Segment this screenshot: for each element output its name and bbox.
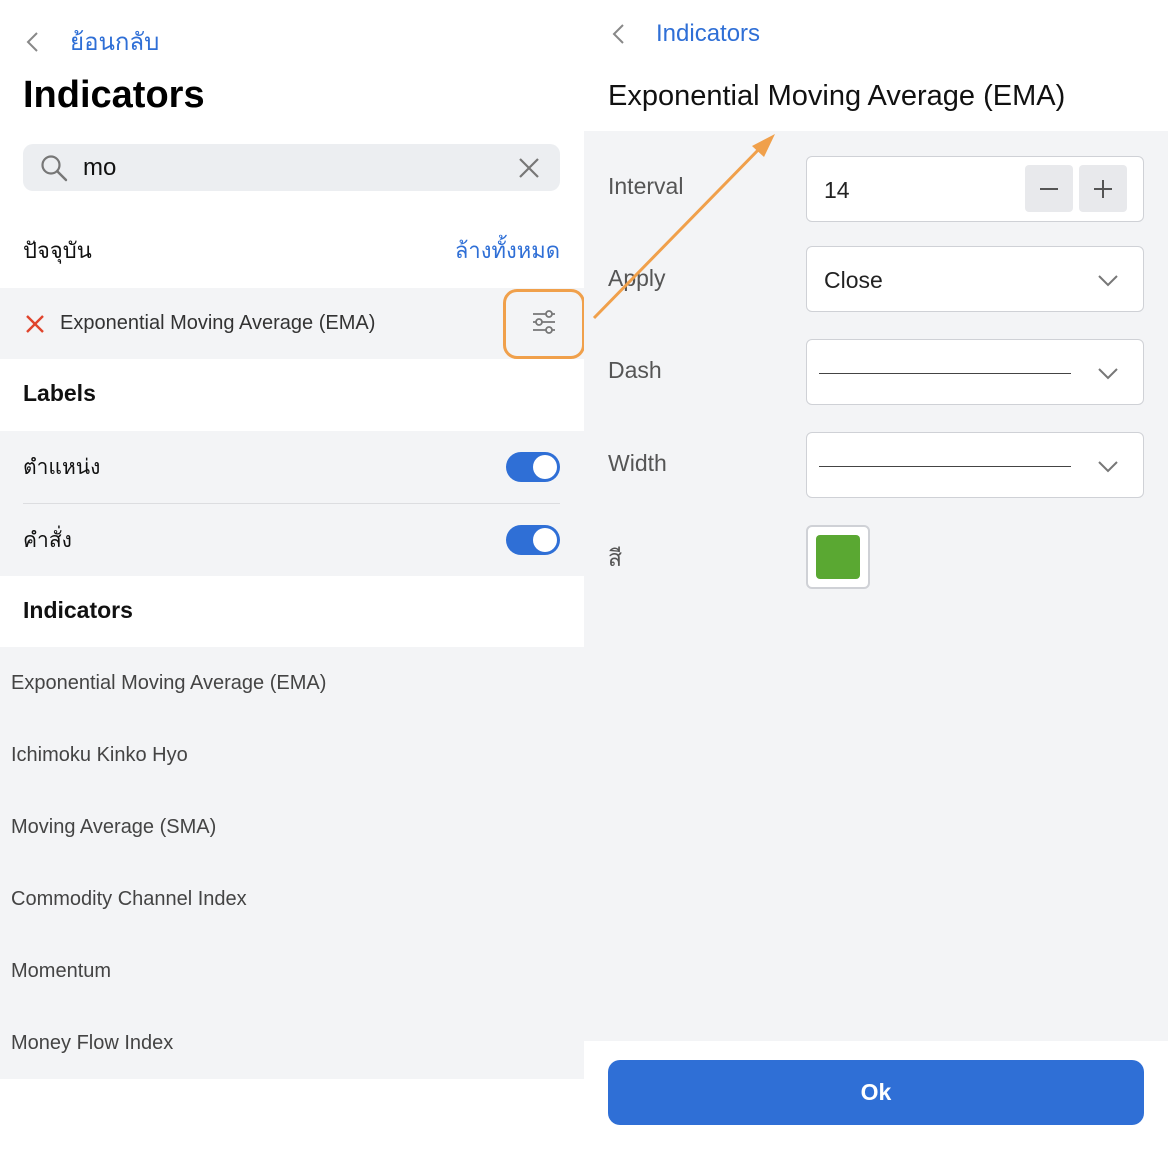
current-label: ปัจจุบัน (23, 237, 92, 263)
back-link[interactable]: ย้อนกลับ (70, 22, 159, 61)
indicators-heading: Indicators (23, 597, 133, 623)
chevron-down-icon (1097, 269, 1119, 291)
plus-icon[interactable] (1079, 165, 1127, 212)
width-label: Width (608, 450, 667, 476)
indicator-title: Exponential Moving Average (EMA) (608, 80, 1066, 112)
sliders-icon (530, 308, 558, 341)
back-link[interactable]: Indicators (656, 20, 760, 48)
toggle-row-position[interactable]: ตำแหน่ง (23, 431, 560, 503)
apply-label: Apply (608, 265, 666, 291)
page-title: Indicators (23, 74, 205, 116)
chevron-down-icon (1097, 455, 1119, 477)
color-swatch (816, 535, 860, 579)
color-label: สี (608, 545, 623, 571)
indicator-list: Exponential Moving Average (EMA) Ichimok… (0, 647, 584, 1079)
width-preview-line (819, 466, 1071, 467)
list-item[interactable]: Ichimoku Kinko Hyo (11, 719, 188, 791)
position-toggle[interactable] (506, 452, 560, 482)
clear-all-button[interactable]: ล้างทั้งหมด (455, 233, 560, 268)
color-picker[interactable] (806, 525, 870, 589)
toggle-label: ตำแหน่ง (23, 455, 101, 479)
close-icon[interactable] (516, 155, 542, 181)
ok-button[interactable]: Ok (608, 1060, 1144, 1125)
chevron-left-icon[interactable] (608, 23, 630, 45)
apply-value: Close (824, 267, 883, 293)
back-nav[interactable]: ย้อนกลับ (22, 22, 159, 61)
toggle-knob (533, 528, 557, 552)
current-section-header: ปัจจุบัน ล้างทั้งหมด (23, 228, 560, 272)
interval-stepper[interactable]: 14 (806, 156, 1144, 222)
toggle-row-orders[interactable]: คำสั่ง (23, 504, 560, 576)
remove-icon[interactable] (24, 313, 46, 335)
dash-label: Dash (608, 357, 662, 383)
toggle-label: คำสั่ง (23, 528, 72, 552)
indicators-list-panel: ย้อนกลับ Indicators mo ปัจจุบัน ล้างทั้ง… (0, 0, 585, 1170)
labels-heading: Labels (23, 380, 96, 406)
list-item[interactable]: Exponential Moving Average (EMA) (11, 647, 326, 719)
labels-toggle-group: ตำแหน่ง คำสั่ง (0, 431, 584, 576)
search-input[interactable]: mo (83, 154, 516, 182)
toggle-knob (533, 455, 557, 479)
list-item[interactable]: Moving Average (SMA) (11, 791, 216, 863)
chevron-down-icon (1097, 362, 1119, 384)
search-bar[interactable]: mo (23, 144, 560, 191)
list-item[interactable]: Commodity Channel Index (11, 863, 247, 935)
search-icon (39, 153, 69, 183)
interval-label: Interval (608, 173, 684, 199)
indicator-settings-panel: Indicators Exponential Moving Average (E… (584, 0, 1168, 1170)
active-indicator-row: Exponential Moving Average (EMA) (0, 288, 584, 359)
dash-preview-line (819, 373, 1071, 374)
minus-icon[interactable] (1025, 165, 1073, 212)
back-nav[interactable]: Indicators (608, 20, 760, 48)
apply-select[interactable]: Close (806, 246, 1144, 312)
interval-value[interactable]: 14 (824, 157, 850, 223)
list-item[interactable]: Money Flow Index (11, 1007, 173, 1079)
width-select[interactable] (806, 432, 1144, 498)
list-item[interactable]: Momentum (11, 935, 111, 1007)
chevron-left-icon[interactable] (22, 31, 44, 53)
indicator-settings-button[interactable] (503, 289, 585, 359)
settings-form: Interval 14 Apply Close Dash Width สี (584, 131, 1168, 1041)
dash-select[interactable] (806, 339, 1144, 405)
orders-toggle[interactable] (506, 525, 560, 555)
